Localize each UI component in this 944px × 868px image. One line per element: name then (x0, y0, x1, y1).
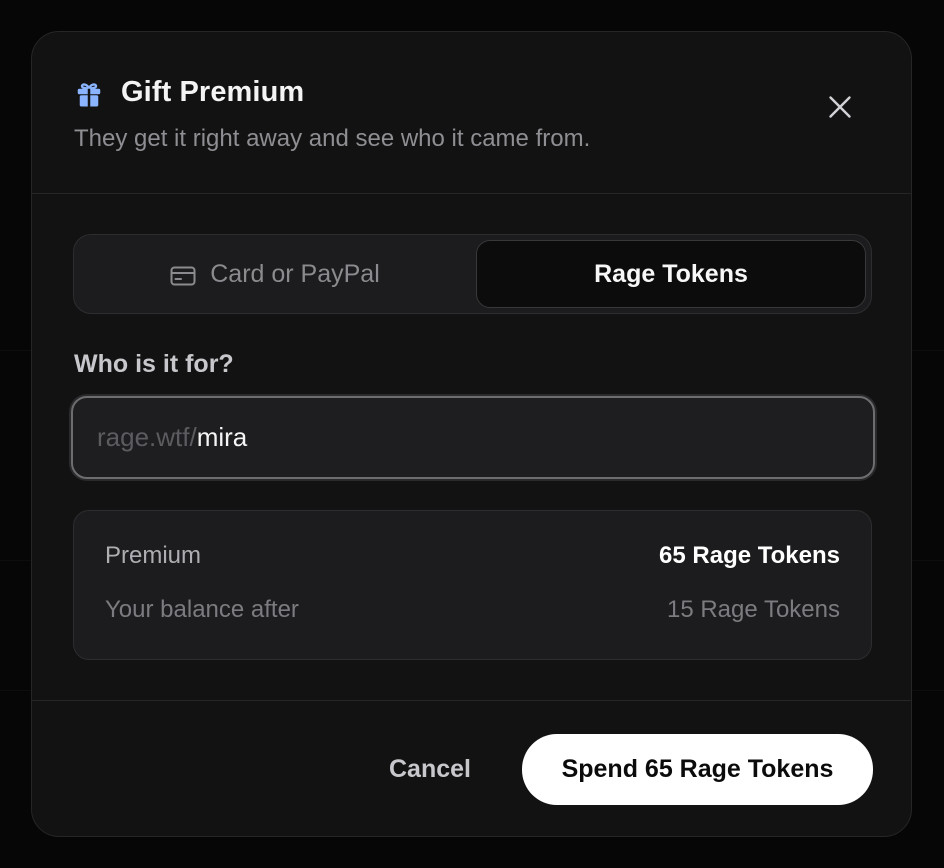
balance-after-value: 15 Rage Tokens (666, 596, 840, 623)
recipient-input[interactable]: rage.wtf/ mira (71, 396, 875, 479)
tab-rage-tokens-label: Rage Tokens (594, 259, 748, 288)
dialog-subtitle: They get it right away and see who it ca… (74, 125, 591, 152)
gift-premium-dialog: Gift Premium They get it right away and … (31, 31, 912, 837)
balance-after-label: Your balance after (105, 596, 299, 623)
credit-card-icon (170, 264, 196, 286)
cancel-button[interactable]: Cancel (362, 749, 498, 789)
dialog-title: Gift Premium (121, 76, 305, 108)
tab-rage-tokens[interactable]: Rage Tokens (476, 240, 866, 308)
spend-tokens-button[interactable]: Spend 65 Rage Tokens (522, 734, 873, 805)
recipient-url-prefix: rage.wtf/ (97, 422, 197, 452)
dialog-header: Gift Premium They get it right away and … (32, 32, 911, 194)
cost-summary: Premium 65 Rage Tokens Your balance afte… (73, 510, 872, 660)
summary-row-premium: Premium 65 Rage Tokens (105, 542, 840, 570)
premium-label: Premium (105, 542, 202, 569)
dialog-footer: Cancel Spend 65 Rage Tokens (32, 700, 911, 836)
summary-row-balance: Your balance after 15 Rage Tokens (105, 596, 840, 624)
gift-icon (74, 79, 104, 109)
tab-card-or-paypal[interactable]: Card or PayPal (79, 240, 471, 308)
premium-cost: 65 Rage Tokens (659, 542, 840, 569)
close-icon (820, 87, 860, 127)
tab-card-label: Card or PayPal (210, 259, 380, 288)
recipient-label: Who is it for? (74, 350, 234, 378)
recipient-username-value[interactable]: mira (197, 422, 248, 453)
close-button[interactable] (820, 87, 860, 127)
payment-method-tabs: Card or PayPal Rage Tokens (73, 234, 872, 314)
